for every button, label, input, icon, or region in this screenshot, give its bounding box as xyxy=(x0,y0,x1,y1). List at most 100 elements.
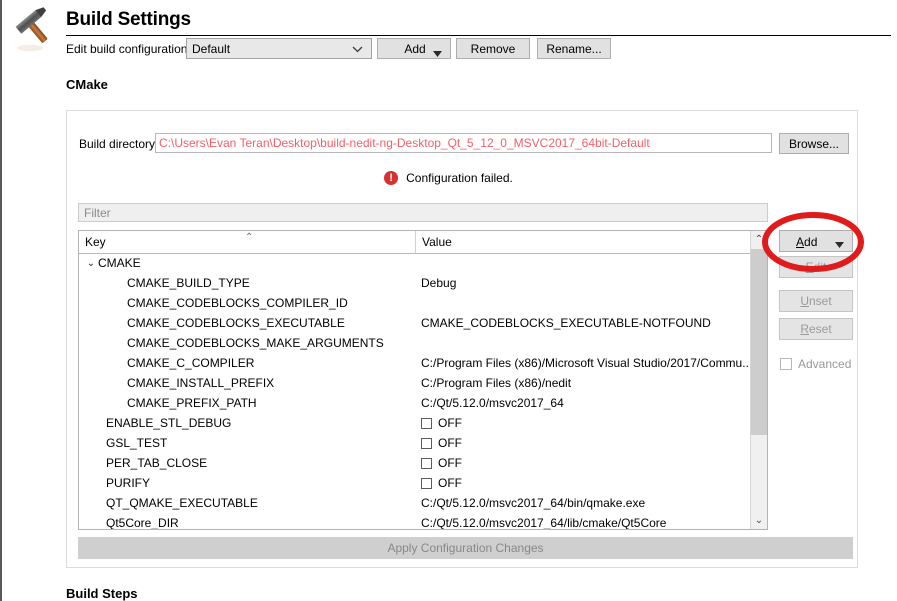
rename-configuration-button[interactable]: Rename... xyxy=(537,38,611,59)
button-mnemonic: U xyxy=(800,294,809,308)
add-variable-button[interactable]: Add xyxy=(779,230,853,252)
scroll-down-icon[interactable]: ⌄ xyxy=(751,512,767,529)
reset-variable-button: Reset xyxy=(779,318,853,340)
filter-input[interactable]: Filter xyxy=(78,203,768,222)
table-cell-key: CMAKE_PREFIX_PATH xyxy=(79,396,416,410)
table-cell-key: CMAKE_BUILD_TYPE xyxy=(79,276,416,290)
column-header-value-label: Value xyxy=(422,235,452,249)
cmake-section-title: CMake xyxy=(66,77,108,92)
table-row[interactable]: CMAKE_CODEBLOCKS_MAKE_ARGUMENTS xyxy=(79,333,749,353)
table-row[interactable]: ⌄ CMAKE xyxy=(79,253,749,273)
add-configuration-label: Add xyxy=(404,41,426,56)
table-row[interactable]: CMAKE_CODEBLOCKS_EXECUTABLE CMAKE_CODEBLO… xyxy=(79,313,749,333)
table-row[interactable]: CMAKE_INSTALL_PREFIX C:/Program Files (x8… xyxy=(79,373,749,393)
table-cell-key: Qt5Core_DIR xyxy=(79,516,416,529)
build-configuration-value: Default xyxy=(192,41,231,56)
table-cell-key-label: Qt5Core_DIR xyxy=(106,516,179,529)
column-header-key[interactable]: Key ⌃ xyxy=(79,231,416,253)
button-mnemonic: R xyxy=(800,322,809,336)
add-variable-label-rest: dd xyxy=(804,235,818,249)
table-cell-value-label: OFF xyxy=(438,416,462,430)
table-cell-value: OFF xyxy=(416,476,749,490)
add-variable-mnemonic: A xyxy=(796,235,805,249)
table-cell-value: C:/Program Files (x86)/nedit xyxy=(416,376,749,390)
advanced-label: Advanced xyxy=(798,357,852,371)
table-cell-key: CMAKE_CODEBLOCKS_EXECUTABLE xyxy=(79,316,416,330)
table-cell-value-label: C:/Qt/5.12.0/msvc2017_64 xyxy=(421,396,564,410)
table-row[interactable]: PURIFY OFF xyxy=(79,473,749,493)
table-row[interactable]: CMAKE_PREFIX_PATH C:/Qt/5.12.0/msvc2017_6… xyxy=(79,393,749,413)
build-directory-label: Build directory: xyxy=(79,137,159,151)
browse-button[interactable]: Browse... xyxy=(779,133,849,154)
table-row[interactable]: Qt5Core_DIR C:/Qt/5.12.0/msvc2017_64/lib/… xyxy=(79,513,749,529)
table-cell-value-label: CMAKE_CODEBLOCKS_EXECUTABLE-NOTFOUND xyxy=(421,316,711,330)
add-variable-label: Add xyxy=(796,235,817,249)
table-cell-value: C:/Qt/5.12.0/msvc2017_64/lib/cmake/Qt5Co… xyxy=(416,516,749,529)
table-cell-value-label: C:/Program Files (x86)/nedit xyxy=(421,376,572,390)
column-header-value[interactable]: Value xyxy=(416,231,749,253)
build-steps-section-title: Build Steps xyxy=(66,586,138,601)
table-cell-key-label: CMAKE_C_COMPILER xyxy=(127,356,255,370)
rename-configuration-label: Rename... xyxy=(546,41,602,56)
table-row[interactable]: PER_TAB_CLOSE OFF xyxy=(79,453,749,473)
remove-configuration-button[interactable]: Remove xyxy=(456,38,530,59)
chevron-down-icon xyxy=(835,237,844,251)
table-cell-value-label: OFF xyxy=(438,456,462,470)
edit-variable-button: Edit xyxy=(779,256,853,278)
build-directory-input[interactable]: C:\Users\Evan Teran\Desktop\build-nedit-… xyxy=(155,133,772,153)
table-cell-key-label: PER_TAB_CLOSE xyxy=(106,456,208,470)
edit-build-configuration-label: Edit build configuration: xyxy=(66,42,191,56)
table-cell-key: ⌄ CMAKE xyxy=(79,256,416,270)
table-row[interactable]: CMAKE_C_COMPILER C:/Program Files (x86)/M… xyxy=(79,353,749,373)
table-vertical-scrollbar[interactable]: ⌃ ⌄ xyxy=(750,231,767,529)
table-cell-key-label: QT_QMAKE_EXECUTABLE xyxy=(106,496,258,510)
page-title: Build Settings xyxy=(66,9,191,30)
table-cell-key-label: CMAKE_PREFIX_PATH xyxy=(127,396,257,410)
table-cell-key-label: CMAKE xyxy=(98,256,141,270)
chevron-down-icon xyxy=(433,46,442,60)
build-settings-page: Build Settings Edit build configuration:… xyxy=(0,0,897,601)
scrollbar-thumb[interactable] xyxy=(751,249,767,435)
table-cell-key: GSL_TEST xyxy=(79,436,416,450)
scroll-up-icon[interactable]: ⌃ xyxy=(751,231,767,248)
cmake-variables-table: Key ⌃ Value ⌄ CMAKE CMAKE_BUILD_TYPE Debug C… xyxy=(78,230,768,530)
title-underline xyxy=(66,35,891,36)
window-left-edge xyxy=(0,0,2,601)
error-circle-icon: ! xyxy=(384,171,399,185)
sort-ascending-icon: ⌃ xyxy=(245,232,254,243)
table-body: ⌄ CMAKE CMAKE_BUILD_TYPE Debug CMAKE_CODEBLO… xyxy=(79,253,749,529)
add-configuration-button[interactable]: Add xyxy=(377,38,451,59)
hammer-icon xyxy=(15,7,48,52)
table-row[interactable]: CMAKE_BUILD_TYPE Debug xyxy=(79,273,749,293)
advanced-checkbox-row[interactable]: Advanced xyxy=(780,357,851,371)
table-cell-key: CMAKE_CODEBLOCKS_COMPILER_ID xyxy=(79,296,416,310)
value-checkbox[interactable] xyxy=(421,457,432,469)
build-configuration-select[interactable]: Default xyxy=(186,38,372,59)
chevron-down-icon[interactable]: ⌄ xyxy=(84,258,98,269)
value-checkbox[interactable] xyxy=(421,437,432,449)
value-checkbox[interactable] xyxy=(421,417,432,429)
button-label-rest: dit xyxy=(813,260,827,274)
table-cell-key-label: CMAKE_BUILD_TYPE xyxy=(127,276,250,290)
table-row[interactable]: CMAKE_CODEBLOCKS_COMPILER_ID xyxy=(79,293,749,313)
table-row[interactable]: ENABLE_STL_DEBUG OFF xyxy=(79,413,749,433)
table-cell-key: CMAKE_INSTALL_PREFIX xyxy=(79,376,416,390)
remove-configuration-label: Remove xyxy=(470,41,516,56)
button-label-rest: eset xyxy=(808,322,832,336)
apply-configuration-changes-button: Apply Configuration Changes xyxy=(78,537,853,559)
table-cell-key-label: CMAKE_CODEBLOCKS_COMPILER_ID xyxy=(127,296,348,310)
apply-configuration-changes-label: Apply Configuration Changes xyxy=(387,541,544,555)
table-row[interactable]: QT_QMAKE_EXECUTABLE C:/Qt/5.12.0/msvc2017… xyxy=(79,493,749,513)
table-cell-value: OFF xyxy=(416,416,749,430)
table-row[interactable]: GSL_TEST OFF xyxy=(79,433,749,453)
table-cell-value-label: Debug xyxy=(421,276,457,290)
table-cell-key: CMAKE_CODEBLOCKS_MAKE_ARGUMENTS xyxy=(79,336,416,350)
table-cell-key: ENABLE_STL_DEBUG xyxy=(79,416,416,430)
table-cell-key-label: ENABLE_STL_DEBUG xyxy=(106,416,232,430)
chevron-down-icon xyxy=(352,42,363,56)
advanced-checkbox[interactable] xyxy=(780,358,792,370)
value-checkbox[interactable] xyxy=(421,477,432,489)
table-cell-key: PER_TAB_CLOSE xyxy=(79,456,416,470)
table-cell-value-label: C:/Qt/5.12.0/msvc2017_64/bin/qmake.exe xyxy=(421,496,646,510)
table-header: Key ⌃ Value xyxy=(79,231,767,254)
